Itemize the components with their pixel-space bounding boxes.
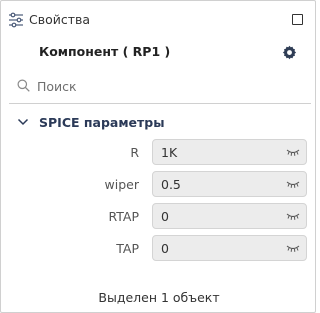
param-value[interactable]: 0.5 (161, 177, 181, 192)
panel-title: Свойства (29, 12, 91, 27)
properties-panel: Свойства Компонент ( RP1 ) SPICE парамет… (0, 0, 316, 313)
param-label: RTAP (108, 209, 139, 224)
gear-icon[interactable] (282, 45, 297, 60)
param-value[interactable]: 0 (161, 241, 169, 256)
component-title: Компонент ( RP1 ) (39, 44, 171, 59)
sliders-icon (9, 12, 23, 28)
param-field[interactable]: 0 (152, 235, 307, 261)
selection-status: Выделен 1 объект (98, 290, 220, 305)
eye-closed-icon[interactable] (286, 212, 300, 221)
section-title[interactable]: SPICE параметры (39, 115, 165, 130)
param-value[interactable]: 0 (161, 209, 169, 224)
param-field[interactable]: 1K (152, 139, 307, 165)
window-icon[interactable] (292, 14, 303, 25)
search-input[interactable] (37, 77, 297, 95)
param-label: TAP (116, 241, 139, 256)
search-icon (17, 79, 30, 92)
param-field[interactable]: 0 (152, 203, 307, 229)
divider (9, 103, 311, 104)
param-label: R (130, 145, 139, 160)
param-field[interactable]: 0.5 (152, 171, 307, 197)
param-value[interactable]: 1K (161, 145, 177, 160)
eye-closed-icon[interactable] (286, 180, 300, 189)
eye-closed-icon[interactable] (286, 148, 300, 157)
eye-closed-icon[interactable] (286, 244, 300, 253)
chevron-down-icon[interactable] (17, 117, 29, 127)
param-label: wiper (104, 177, 139, 192)
